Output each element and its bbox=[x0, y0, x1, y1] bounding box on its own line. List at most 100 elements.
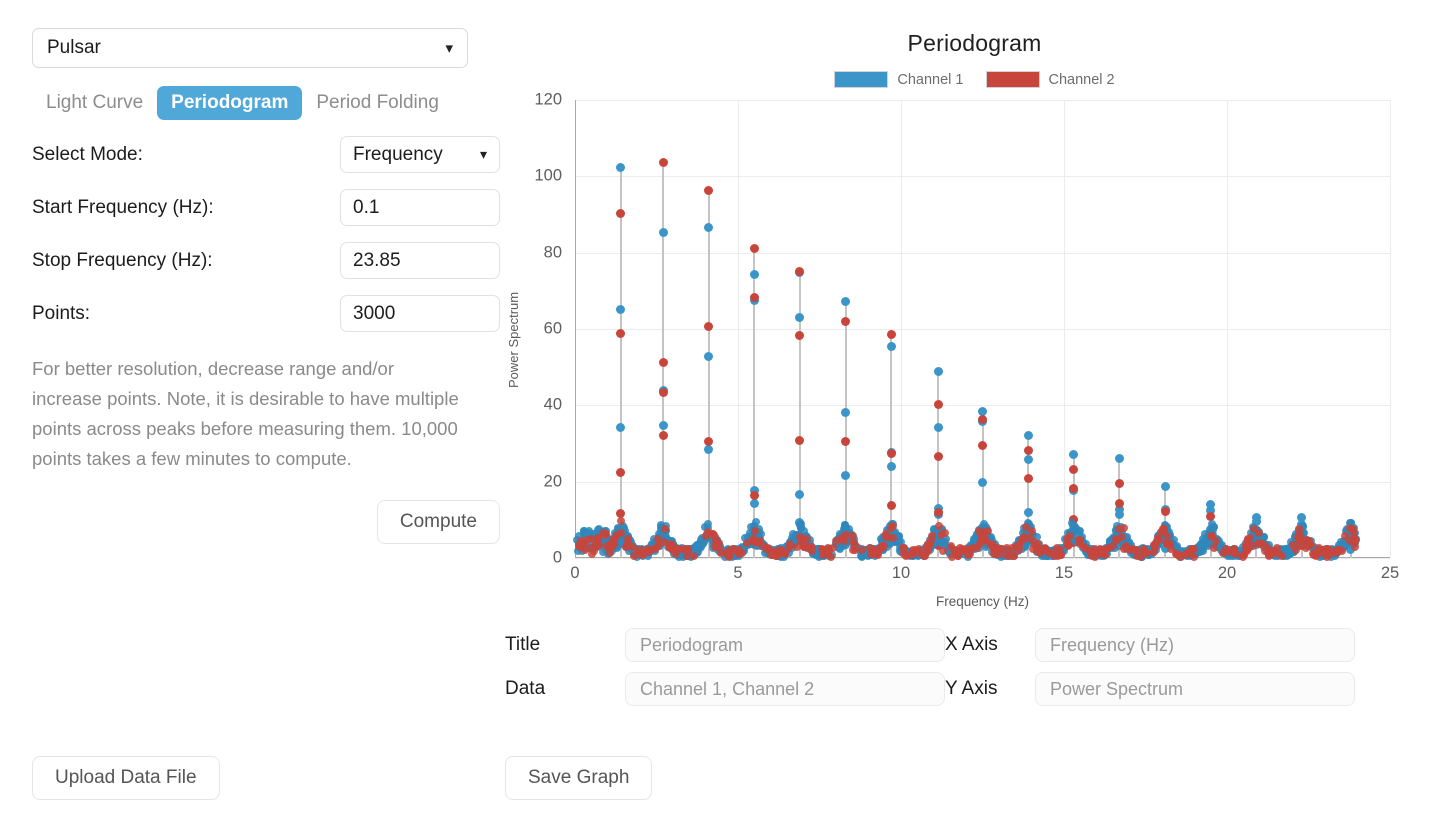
gridline-horizontal bbox=[575, 405, 1390, 407]
noise-point bbox=[628, 542, 637, 551]
data-point bbox=[841, 408, 851, 418]
compute-button[interactable]: Compute bbox=[376, 500, 500, 544]
form-row-points: Points: 3000 bbox=[32, 295, 500, 332]
noise-point bbox=[609, 539, 618, 548]
data-input[interactable]: Channel 1, Channel 2 bbox=[625, 672, 945, 706]
noise-point bbox=[636, 551, 645, 560]
plot-canvas[interactable] bbox=[573, 100, 1391, 561]
x-tick-label: 15 bbox=[1054, 564, 1074, 582]
data-point bbox=[704, 185, 714, 195]
plot-area[interactable]: Power Spectrum 0 20 40 60 80 100 120 0 5 10 15 20 2… bbox=[500, 88, 1440, 610]
data-point bbox=[616, 163, 626, 173]
gridline-horizontal bbox=[575, 252, 1390, 254]
chevron-down-icon: ▾ bbox=[479, 146, 487, 162]
start-frequency-input[interactable]: 0.1 bbox=[340, 189, 500, 226]
data-point bbox=[658, 388, 668, 398]
stop-frequency-input[interactable]: 23.85 bbox=[340, 242, 500, 279]
legend-item-channel-1[interactable]: Channel 1 bbox=[834, 71, 964, 88]
select-mode-dropdown[interactable]: Frequency ▾ bbox=[340, 136, 500, 173]
source-select-value: Pulsar bbox=[47, 37, 101, 58]
noise-point bbox=[689, 551, 698, 560]
upload-data-file-button[interactable]: Upload Data File bbox=[32, 756, 220, 800]
noise-point bbox=[1114, 524, 1123, 533]
data-point bbox=[886, 462, 896, 472]
data-point bbox=[704, 436, 714, 446]
noise-point bbox=[712, 541, 721, 550]
x-tick-label: 0 bbox=[570, 564, 580, 582]
data-point bbox=[658, 431, 668, 441]
data-point bbox=[1023, 508, 1033, 518]
legend-item-channel-2[interactable]: Channel 2 bbox=[985, 71, 1115, 88]
chevron-down-icon: ▾ bbox=[445, 39, 453, 57]
y-tick-label: 100 bbox=[534, 166, 562, 185]
y-tick-label: 40 bbox=[543, 395, 562, 414]
data-point bbox=[795, 330, 805, 340]
stem-line bbox=[707, 190, 710, 558]
caption-fields: Title Periodogram X Axis Frequency (Hz) … bbox=[505, 628, 1445, 706]
data-point bbox=[1069, 464, 1079, 474]
noise-point bbox=[660, 524, 669, 533]
x-tick-label: 5 bbox=[733, 564, 743, 582]
noise-point bbox=[1210, 543, 1219, 552]
noise-point bbox=[826, 552, 835, 561]
x-axis-label: Frequency (Hz) bbox=[935, 594, 1030, 609]
noise-point bbox=[1088, 549, 1097, 558]
noise-point bbox=[1295, 535, 1304, 544]
tab-light-curve[interactable]: Light Curve bbox=[32, 86, 157, 120]
help-text: For better resolution, decrease range an… bbox=[32, 358, 459, 469]
noise-point bbox=[1150, 548, 1159, 557]
data-point bbox=[749, 490, 759, 500]
noise-point bbox=[616, 516, 625, 525]
tab-periodogram[interactable]: Periodogram bbox=[157, 86, 303, 120]
noise-point bbox=[1033, 539, 1042, 548]
data-point bbox=[704, 445, 714, 455]
data-point bbox=[1023, 474, 1033, 484]
noise-point bbox=[1209, 523, 1218, 532]
start-frequency-label: Start Frequency (Hz): bbox=[32, 196, 214, 218]
gridline-vertical bbox=[738, 100, 739, 558]
gridline-horizontal bbox=[575, 176, 1390, 178]
y-tick-label: 60 bbox=[543, 319, 562, 338]
data-point bbox=[658, 358, 668, 368]
points-input[interactable]: 3000 bbox=[340, 295, 500, 332]
data-point bbox=[616, 329, 626, 339]
noise-point bbox=[1257, 539, 1266, 548]
data-point bbox=[1069, 483, 1079, 493]
x-axis-input[interactable]: Frequency (Hz) bbox=[1035, 628, 1355, 662]
chart-panel: Periodogram Channel 1 Channel 2 Power Sp… bbox=[500, 0, 1449, 820]
gridline-vertical bbox=[1227, 100, 1228, 558]
data-point bbox=[795, 435, 805, 445]
gridline-vertical bbox=[901, 100, 902, 558]
data-point bbox=[1023, 455, 1033, 465]
noise-point bbox=[616, 528, 625, 537]
noise-point bbox=[940, 529, 949, 538]
noise-point bbox=[1139, 546, 1148, 555]
data-point bbox=[886, 500, 896, 510]
data-point bbox=[841, 296, 851, 306]
y-axis-input[interactable]: Power Spectrum bbox=[1035, 672, 1355, 706]
stop-frequency-label: Stop Frequency (Hz): bbox=[32, 249, 213, 271]
form-row-select-mode: Select Mode: Frequency ▾ bbox=[32, 136, 500, 173]
data-point bbox=[933, 507, 943, 517]
data-point bbox=[886, 329, 896, 339]
data-point bbox=[841, 471, 851, 481]
form-row-start-frequency: Start Frequency (Hz): 0.1 bbox=[32, 189, 500, 226]
x-tick-label: 20 bbox=[1217, 564, 1237, 582]
select-mode-label: Select Mode: bbox=[32, 143, 143, 165]
noise-point bbox=[1207, 531, 1216, 540]
data-point bbox=[1160, 482, 1170, 492]
tab-period-folding[interactable]: Period Folding bbox=[302, 86, 453, 120]
noise-point bbox=[924, 543, 933, 552]
noise-point bbox=[1337, 546, 1346, 555]
source-select[interactable]: Pulsar ▾ bbox=[32, 28, 468, 68]
noise-point bbox=[839, 536, 848, 545]
y-axis-line bbox=[575, 100, 576, 558]
data-point bbox=[658, 158, 668, 168]
noise-point bbox=[1308, 550, 1317, 559]
save-graph-button[interactable]: Save Graph bbox=[505, 756, 653, 800]
title-input[interactable]: Periodogram bbox=[625, 628, 945, 662]
legend-swatch-channel-2 bbox=[985, 71, 1040, 88]
data-point bbox=[1114, 479, 1124, 489]
noise-point bbox=[668, 543, 677, 552]
noise-point bbox=[795, 532, 804, 541]
